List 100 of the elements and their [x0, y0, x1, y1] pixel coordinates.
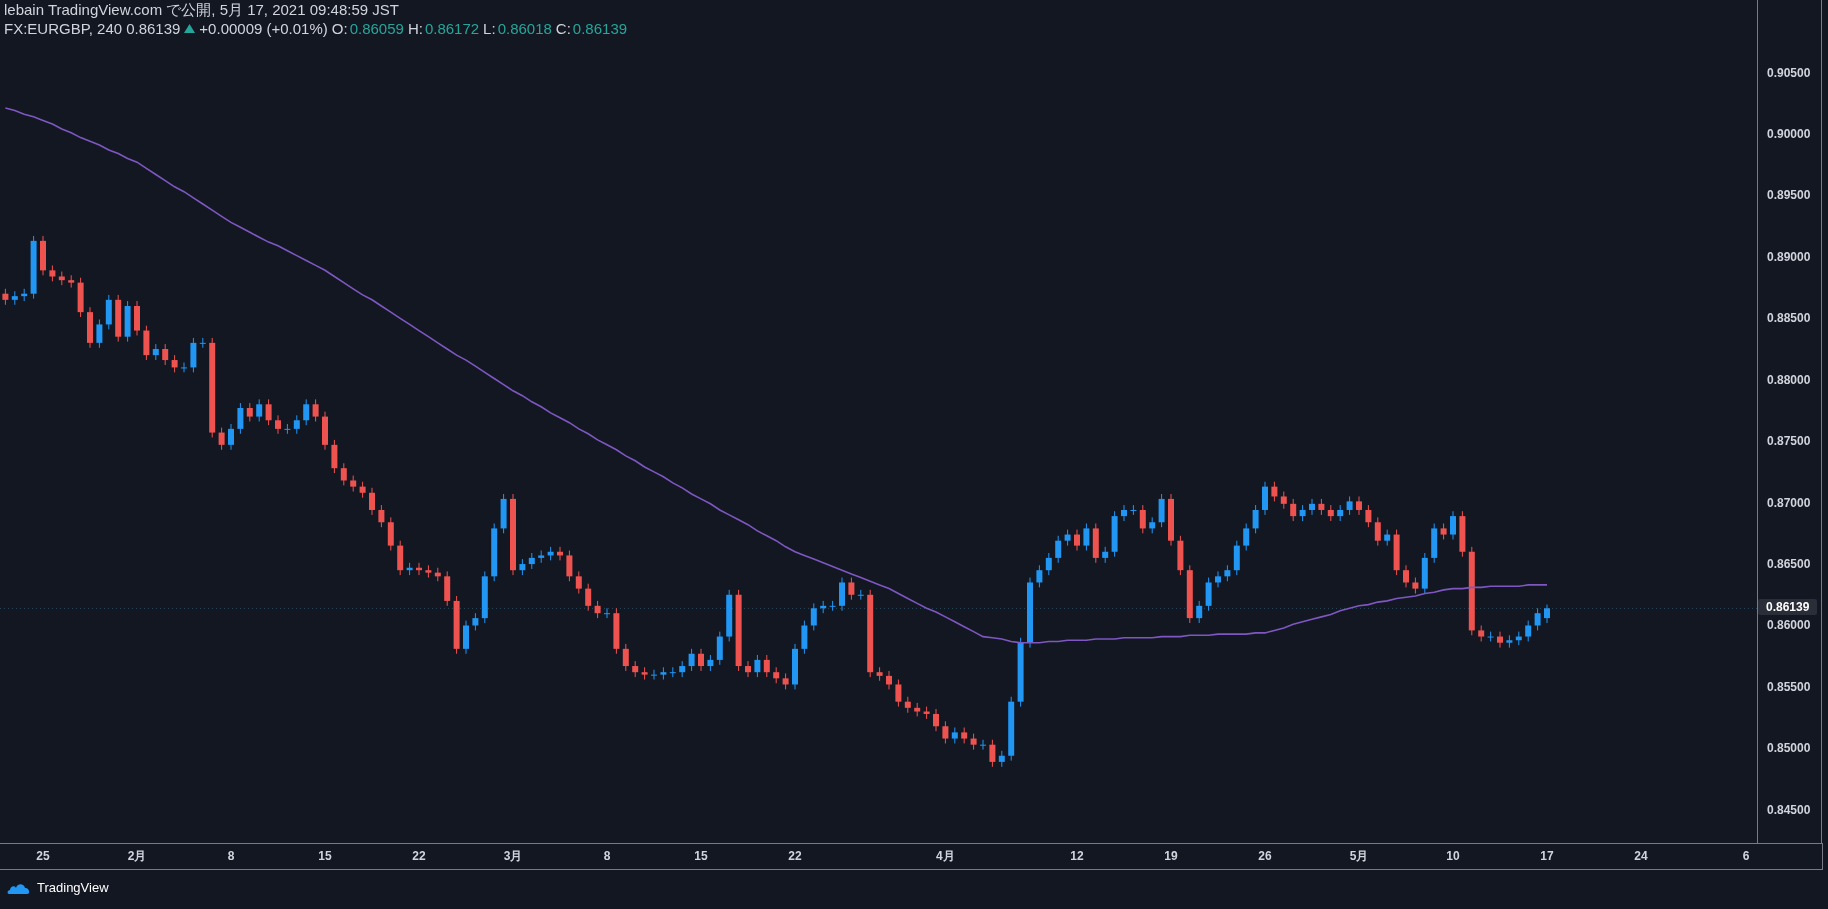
candlestick: [970, 733, 977, 751]
candlestick: [21, 288, 28, 302]
price-tick-label: 0.86500: [1767, 557, 1811, 572]
candlestick: [40, 235, 46, 276]
candlestick: [669, 666, 676, 678]
candlestick: [1487, 631, 1494, 642]
candlestick: [914, 702, 921, 717]
candlestick: [782, 672, 789, 690]
ohlc-label: C:: [555, 19, 571, 38]
candlestick: [124, 300, 131, 343]
candlestick: [857, 589, 864, 601]
candlestick: [1374, 516, 1381, 547]
candlestick: [698, 648, 704, 672]
time-tick-label: 2月: [127, 849, 147, 863]
candlestick: [585, 583, 592, 612]
candlestick: [2, 288, 9, 306]
candlestick: [895, 679, 902, 708]
candlestick: [331, 439, 338, 474]
candlestick: [500, 493, 507, 534]
ohlc-value: 0.86018: [497, 19, 552, 38]
candlestick: [322, 411, 328, 451]
ohlc-value: 0.86139: [572, 19, 628, 38]
candlestick: [726, 589, 733, 642]
candlestick: [904, 696, 911, 714]
candlestick: [162, 343, 169, 366]
price-tick-label: 0.88000: [1767, 372, 1811, 387]
candlestick: [886, 670, 892, 690]
candlestick: [58, 271, 65, 286]
candlestick: [11, 290, 18, 306]
candlestick: [575, 570, 582, 595]
time-tick-label: 19: [1164, 849, 1178, 863]
price-tick-label: 0.85000: [1767, 741, 1811, 756]
candlestick: [604, 607, 610, 619]
candlestick: [1252, 504, 1259, 534]
candlestick: [218, 427, 225, 451]
candlestick: [1186, 564, 1193, 624]
candlestick: [951, 727, 958, 744]
candlestick: [312, 398, 319, 422]
candlestick: [1497, 631, 1503, 649]
candlestick: [679, 660, 686, 678]
candlestick: [1431, 523, 1438, 564]
candlestick: [519, 558, 526, 576]
price-tick-label: 0.90000: [1767, 126, 1811, 141]
candlestick: [1525, 620, 1532, 642]
time-tick-label: 8: [227, 849, 235, 863]
candlestick: [444, 570, 451, 607]
candlestick: [980, 739, 986, 751]
candlestick: [96, 319, 103, 349]
time-tick-label: 15: [694, 849, 708, 863]
candlestick: [284, 423, 291, 435]
candlestick: [820, 600, 827, 614]
candlestick: [829, 600, 836, 612]
candlestick: [1177, 535, 1184, 576]
candlestick: [49, 264, 56, 282]
candlestick: [1074, 529, 1080, 552]
candlestick: [1309, 498, 1315, 516]
candlestick: [1121, 504, 1127, 522]
candlestick: [1318, 498, 1325, 516]
candlestick: [1149, 516, 1156, 534]
candlestick: [350, 475, 357, 493]
candlestick: [1478, 625, 1485, 642]
candlestick: [237, 402, 244, 435]
brand-name: TradingView: [37, 879, 109, 898]
symbol-label: FX:EURGBP, 240: [4, 19, 123, 38]
time-tick-label: 10: [1446, 849, 1460, 863]
candlestick: [848, 577, 855, 601]
time-tick-label: 22: [412, 849, 426, 863]
candlestick: [1064, 529, 1071, 547]
candlestick: [801, 620, 808, 655]
candlestick: [1506, 634, 1513, 649]
time-tick-label: 3月: [503, 849, 523, 863]
candlestick: [1102, 546, 1109, 564]
candlestick: [1346, 495, 1353, 516]
candlestick: [961, 727, 968, 744]
candlestick: [369, 487, 375, 516]
published-info: lebain TradingView.com で公開, 5月 17, 2021 09:48:59 JST: [4, 0, 400, 19]
candlestick: [378, 504, 385, 528]
candlestick: [246, 402, 253, 422]
price-tick-label: 0.84500: [1767, 802, 1811, 817]
candlestick: [387, 516, 394, 552]
candlestick: [1139, 504, 1146, 534]
candlestick: [181, 362, 187, 373]
candlestick: [773, 666, 780, 684]
candlestick: [989, 739, 996, 768]
candlestick: [303, 398, 310, 426]
price-tick-label: 0.88500: [1767, 311, 1811, 326]
time-tick-label: 5月: [1349, 849, 1369, 863]
candlestick: [763, 654, 770, 678]
ohlc-label: H:: [407, 19, 423, 38]
candlestick: [1215, 570, 1221, 588]
candlestick: [481, 570, 488, 624]
candlestick: [30, 235, 37, 300]
candlestick: [199, 337, 206, 349]
candlestick: [810, 602, 817, 631]
candlestick: [1262, 481, 1268, 516]
candlestick: [1205, 577, 1212, 612]
candlestick: [1045, 552, 1052, 576]
price-tick-label: 0.87000: [1767, 495, 1811, 510]
candlestick: [1130, 504, 1137, 516]
candlestick: [171, 354, 178, 373]
